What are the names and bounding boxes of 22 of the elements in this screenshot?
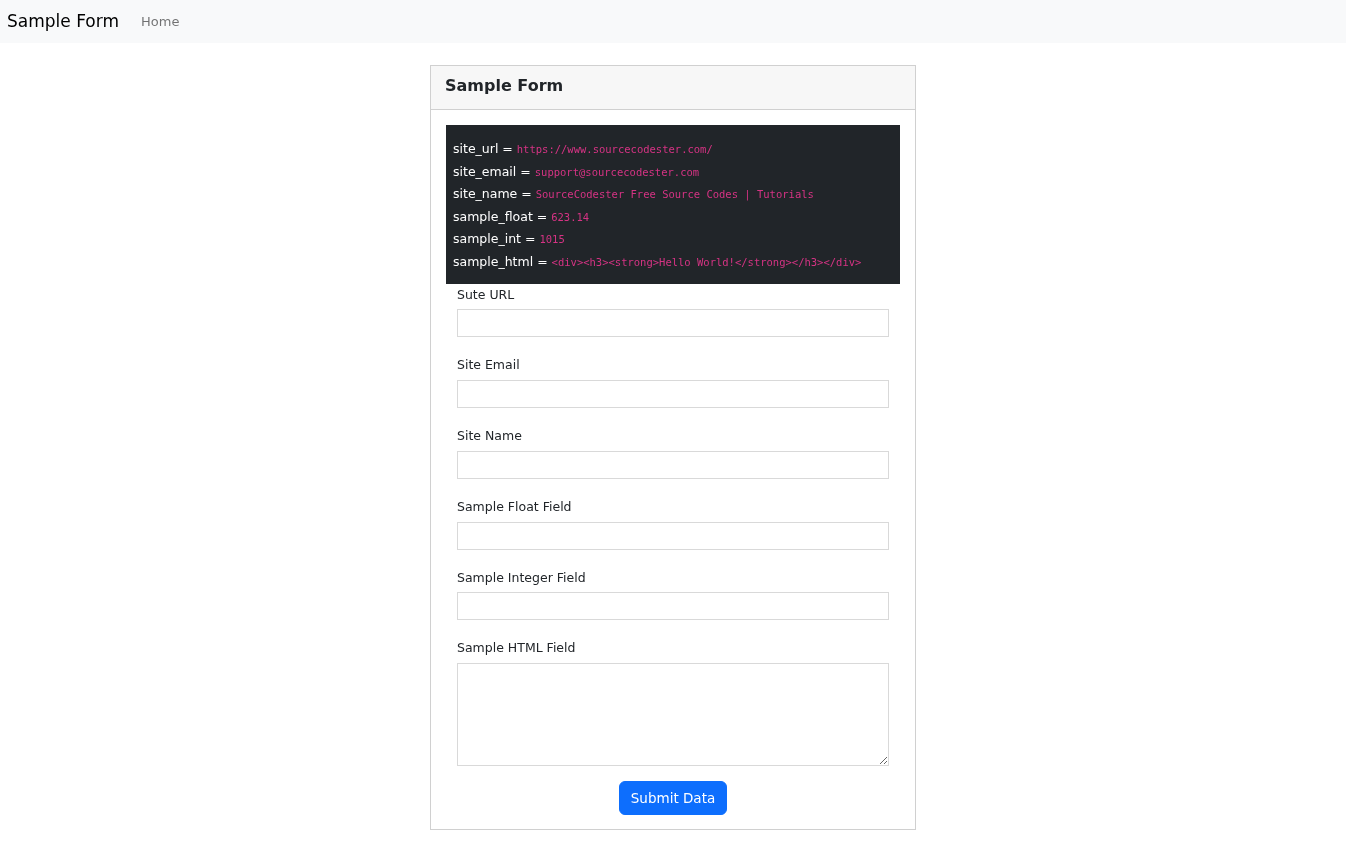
brand-link[interactable]: Sample Form [7, 8, 119, 35]
input-field[interactable] [457, 592, 889, 621]
field-label: Sample Float Field [457, 497, 573, 516]
code-line: sample_html = <div><h3><strong>Hello World!</strong></h3></div> [453, 252, 863, 271]
code-line: site_url = https://www.sourcecodester.com/ [453, 140, 714, 158]
field-label: Sample Integer Field [457, 568, 587, 587]
input-field[interactable] [457, 309, 889, 338]
input-field[interactable] [457, 450, 889, 479]
code-line: site_name = SourceCodester Free Source Codes | Tutorials [453, 185, 815, 204]
field-label: Sute URL [457, 285, 516, 304]
submit-button[interactable]: Submit Data [618, 781, 728, 816]
input-field[interactable] [457, 380, 889, 409]
card-title: Sample Form [431, 66, 915, 110]
code-line: site_email = support@sourcecodester.com [453, 162, 701, 181]
field-label: Sample HTML Field [457, 639, 577, 658]
field-label: Site Name [457, 427, 523, 446]
text-area[interactable] [457, 663, 889, 767]
nav-link[interactable]: Home [141, 11, 180, 32]
code-line: sample_float = 623.14 [453, 207, 591, 226]
code-line: sample_int = 1015 [453, 230, 566, 249]
field-label: Site Email [457, 356, 521, 375]
input-field[interactable] [457, 521, 889, 550]
